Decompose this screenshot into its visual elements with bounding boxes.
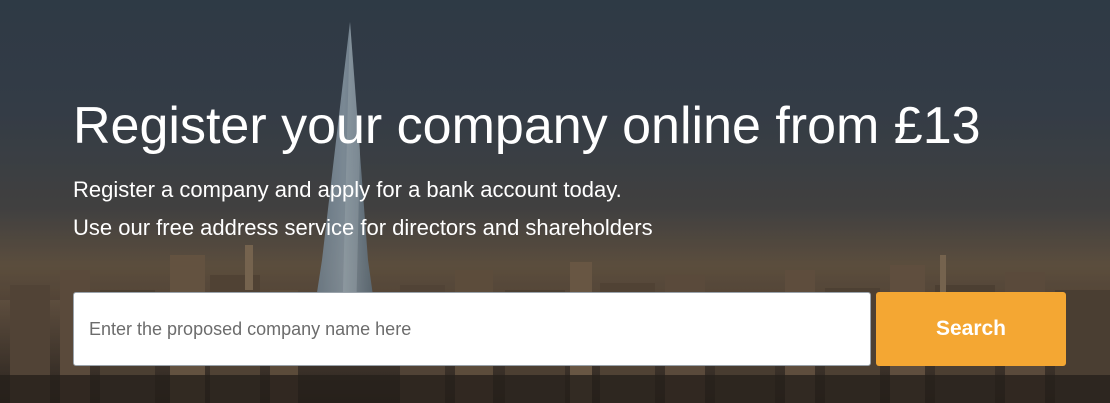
company-name-search-input[interactable]: [73, 292, 871, 366]
hero-banner: Register your company online from £13 Re…: [0, 0, 1110, 403]
company-search-form: Search: [73, 292, 1066, 366]
search-button[interactable]: Search: [876, 292, 1066, 366]
hero-subtext-line-1: Register a company and apply for a bank …: [73, 177, 622, 202]
hero-subtext-line-2: Use our free address service for directo…: [73, 215, 653, 240]
page-title: Register your company online from £13: [73, 97, 981, 155]
hero-content: Register your company online from £13 Re…: [73, 95, 1070, 247]
